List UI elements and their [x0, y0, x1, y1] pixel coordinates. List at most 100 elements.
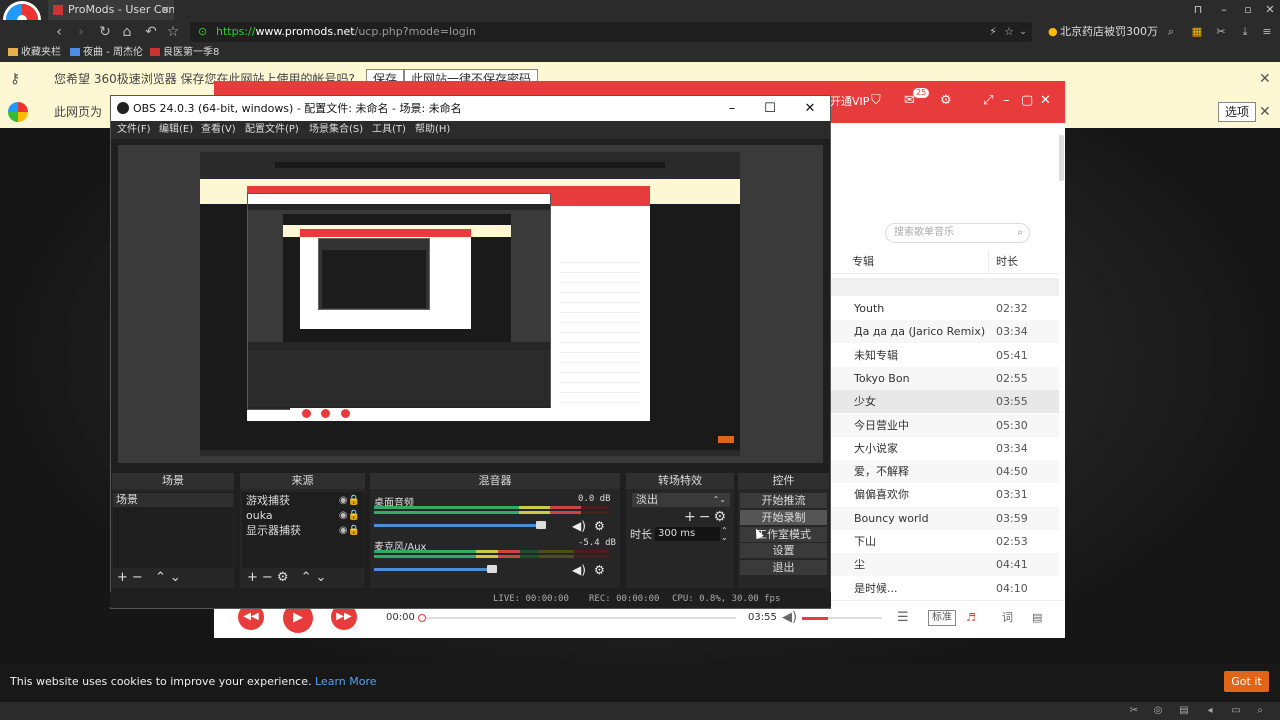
- move-up-icon[interactable]: ⌃: [155, 570, 170, 585]
- got-it-button[interactable]: Got it: [1224, 671, 1269, 692]
- bookmark-favorites[interactable]: 收藏夹栏: [8, 44, 61, 62]
- undo-close-icon[interactable]: ↶: [140, 20, 162, 44]
- exit-button[interactable]: 退出: [740, 560, 827, 576]
- tray-doc-icon[interactable]: ▤: [1176, 702, 1192, 720]
- source-up-icon[interactable]: ⌃: [301, 570, 316, 585]
- move-down-icon[interactable]: ⌄: [170, 570, 185, 585]
- duration-spinner-icon[interactable]: ⌃ ⌄: [721, 527, 728, 542]
- transition-settings-icon[interactable]: ⚙: [713, 509, 729, 525]
- lyrics-button[interactable]: 词: [1002, 610, 1013, 626]
- bookmark-liangyi[interactable]: 良医第一季8: [150, 44, 219, 62]
- comments-icon[interactable]: ▤: [1032, 610, 1042, 626]
- forward-icon[interactable]: ›: [70, 20, 92, 44]
- scene-item[interactable]: 场景: [113, 493, 233, 507]
- tab-close-icon[interactable]: ×: [161, 0, 170, 20]
- reload-icon[interactable]: ↻: [94, 20, 116, 44]
- tray-sync-icon[interactable]: ◎: [1150, 702, 1166, 720]
- close-translate-bar-icon[interactable]: ✕: [1259, 104, 1271, 120]
- quality-button[interactable]: 标准: [928, 610, 956, 626]
- menu-edit[interactable]: 编辑(E): [159, 121, 193, 139]
- album-column-header[interactable]: 专辑: [852, 250, 874, 274]
- source-item[interactable]: ouka ◉🔒: [246, 509, 362, 523]
- music-minimize-icon[interactable]: –: [1003, 91, 1010, 111]
- menu-help[interactable]: 帮助(H): [415, 121, 450, 139]
- visibility-lock-icon[interactable]: ◉🔒: [339, 509, 360, 523]
- remove-source-icon[interactable]: −: [262, 570, 277, 585]
- volume-fader-knob[interactable]: [536, 521, 547, 529]
- chevron-down-icon[interactable]: ⌄: [1012, 20, 1034, 44]
- music-scrollbar[interactable]: [1059, 135, 1064, 181]
- menu-scene-collection[interactable]: 场景集合(S): [309, 121, 363, 139]
- track-row[interactable]: 爱，不解释 04:50: [830, 460, 1059, 484]
- track-row[interactable]: 是时候... 04:10: [830, 577, 1059, 600]
- close-password-bar-icon[interactable]: ✕: [1259, 71, 1271, 87]
- browser-tab-promods[interactable]: ProMods - User Cont ×: [48, 0, 174, 20]
- address-bar[interactable]: ⊙ https://www.promods.net/ucp.php?mode=lo…: [190, 22, 1032, 42]
- window-pin-icon[interactable]: ⊓: [1188, 0, 1208, 20]
- search-icon[interactable]: ⌕: [1160, 20, 1182, 44]
- download-icon[interactable]: ⤓: [1234, 20, 1256, 44]
- playlist-icon[interactable]: ☰: [897, 610, 909, 626]
- source-item[interactable]: 显示器捕获 ◉🔒: [246, 524, 362, 538]
- duration-input[interactable]: 300 ms: [655, 527, 720, 541]
- source-item[interactable]: 游戏捕获 ◉🔒: [246, 494, 362, 508]
- track-row[interactable]: Youth 02:32: [830, 297, 1059, 320]
- progress-knob[interactable]: [418, 614, 426, 622]
- menu-view[interactable]: 查看(V): [201, 121, 236, 139]
- bookmark-star-icon[interactable]: ☆: [162, 20, 184, 44]
- menu-profile[interactable]: 配置文件(P): [245, 121, 299, 139]
- volume-fader-knob[interactable]: [486, 565, 497, 573]
- track-row[interactable]: 大小说家 03:34: [830, 437, 1059, 460]
- tray-volume-icon[interactable]: ◂: [1202, 702, 1218, 720]
- skin-icon[interactable]: ⛉: [871, 91, 881, 111]
- window-close-icon[interactable]: ✕: [1260, 0, 1280, 20]
- tray-tools-icon[interactable]: ✂: [1126, 702, 1142, 720]
- start-streaming-button[interactable]: 开始推流: [740, 493, 827, 508]
- window-minimize-icon[interactable]: –: [1214, 0, 1234, 20]
- track-row[interactable]: Tokyo Bon 02:55: [830, 366, 1059, 390]
- remove-transition-icon[interactable]: −: [699, 509, 714, 525]
- menu-icon[interactable]: ≡: [1256, 20, 1278, 44]
- track-row[interactable]: 未知专辑 05:41: [830, 344, 1059, 367]
- music-close-icon[interactable]: ✕: [1040, 91, 1051, 111]
- volume-icon[interactable]: ◀): [782, 610, 797, 626]
- track-row[interactable]: Bouncy world 03:59: [830, 506, 1059, 530]
- sound-effect-icon[interactable]: ♬: [966, 610, 976, 626]
- mute-speaker-icon[interactable]: ◀): [572, 519, 586, 533]
- visibility-lock-icon[interactable]: ◉🔒: [339, 524, 360, 538]
- add-scene-icon[interactable]: +: [117, 570, 132, 585]
- playlist-search-input[interactable]: 搜索歌单音乐 ⌕: [885, 223, 1030, 243]
- obs-maximize-icon[interactable]: ☐: [752, 96, 788, 121]
- settings-gear-icon[interactable]: ⚙: [940, 91, 952, 111]
- duration-column-header[interactable]: 时长: [996, 250, 1018, 274]
- visibility-lock-icon[interactable]: ◉🔒: [339, 494, 360, 508]
- menu-tools[interactable]: 工具(T): [372, 121, 406, 139]
- music-maximize-icon[interactable]: ▢: [1021, 91, 1033, 111]
- remove-scene-icon[interactable]: −: [132, 570, 147, 585]
- tray-window-icon[interactable]: ▭: [1228, 702, 1244, 720]
- add-source-icon[interactable]: +: [247, 570, 262, 585]
- transition-select[interactable]: 淡出 ⌃⌄: [632, 493, 730, 507]
- home-icon[interactable]: ⌂: [116, 20, 138, 44]
- mute-speaker-icon[interactable]: ◀): [572, 563, 586, 577]
- vip-link[interactable]: 开通VIP: [830, 92, 869, 112]
- window-maximize-icon[interactable]: ▫: [1238, 0, 1258, 20]
- tools-icon[interactable]: ✂: [1210, 20, 1232, 44]
- obs-minimize-icon[interactable]: –: [714, 96, 750, 121]
- mini-mode-icon[interactable]: ⤢: [983, 91, 993, 111]
- learn-more-link[interactable]: Learn More: [315, 675, 377, 688]
- obs-close-icon[interactable]: ✕: [792, 96, 828, 121]
- track-row[interactable]: 偏偏喜欢你 03:31: [830, 483, 1059, 506]
- source-settings-icon[interactable]: ⚙: [277, 570, 293, 585]
- source-down-icon[interactable]: ⌄: [316, 570, 331, 585]
- channel-settings-icon[interactable]: ⚙: [594, 519, 605, 533]
- start-recording-button[interactable]: 开始录制: [740, 509, 827, 525]
- apps-grid-icon[interactable]: ▦: [1186, 20, 1208, 44]
- options-button[interactable]: 选项: [1218, 102, 1257, 122]
- track-row[interactable]: 今日营业中 05:30: [830, 413, 1059, 437]
- bookmark-yequ[interactable]: 夜曲 - 周杰伦: [70, 44, 143, 62]
- add-transition-icon[interactable]: +: [684, 509, 699, 525]
- track-row[interactable]: 少女 03:55: [830, 390, 1059, 414]
- settings-button[interactable]: 设置: [740, 543, 827, 559]
- track-row[interactable]: Да да да (Jarico Remix) 03:34: [830, 320, 1059, 344]
